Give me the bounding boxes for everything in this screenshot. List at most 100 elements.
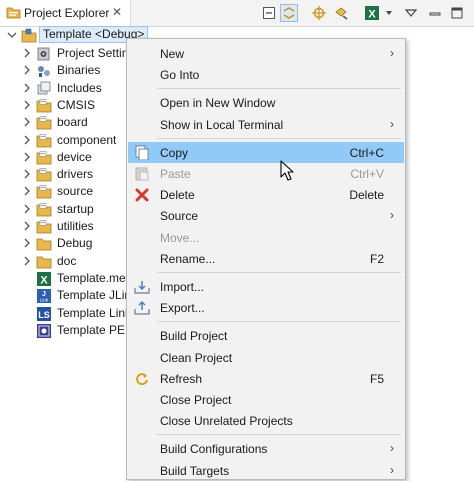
tree-item[interactable]: device bbox=[0, 149, 126, 166]
expand-chevron-icon[interactable] bbox=[22, 83, 32, 93]
expand-chevron-icon[interactable] bbox=[22, 169, 32, 179]
menu-item-build-project[interactable]: Build Project bbox=[128, 325, 404, 346]
tree-item[interactable]: Template PE D bbox=[0, 322, 126, 339]
menu-item-export[interactable]: Export... bbox=[128, 297, 404, 318]
delete-icon bbox=[135, 188, 149, 202]
tree-item-label: doc bbox=[57, 253, 77, 268]
menu-item-label: Source bbox=[160, 209, 199, 224]
menu-item-close-unrelated-projects[interactable]: Close Unrelated Projects bbox=[128, 410, 404, 431]
close-icon[interactable]: ✕ bbox=[112, 5, 122, 19]
expand-chevron-icon[interactable] bbox=[22, 135, 32, 145]
menu-item-go-into[interactable]: Go Into bbox=[128, 64, 404, 85]
tree-item[interactable]: Project Settings bbox=[0, 45, 126, 62]
tab-title: Project Explorer bbox=[24, 6, 110, 20]
tree-item[interactable]: Includes bbox=[0, 80, 126, 97]
expand-chevron-icon[interactable] bbox=[22, 204, 32, 214]
menu-item-refresh[interactable]: Refresh F5 bbox=[128, 368, 404, 389]
tree-item[interactable]: startup bbox=[0, 201, 126, 218]
tree-item[interactable]: Debug bbox=[0, 235, 126, 252]
menu-item-close-project[interactable]: Close Project bbox=[128, 389, 404, 410]
view-menu-icon[interactable] bbox=[402, 4, 420, 22]
menu-item-move: Move... bbox=[128, 227, 404, 248]
tree-item[interactable]: LS Template Link bbox=[0, 305, 126, 322]
expand-chevron-icon[interactable] bbox=[22, 186, 32, 196]
expand-chevron-icon[interactable] bbox=[22, 238, 32, 248]
tree-item-label: Project Settings bbox=[57, 46, 126, 60]
focus-icon[interactable] bbox=[310, 4, 328, 22]
settings-icon bbox=[37, 47, 50, 61]
tree-item-label: Template Link bbox=[57, 305, 126, 320]
tree-item-label: Binaries bbox=[57, 63, 101, 78]
tree-item[interactable]: J Link Template JLin bbox=[0, 287, 126, 304]
sync-icon[interactable] bbox=[332, 4, 350, 22]
tree-item[interactable]: drivers bbox=[0, 166, 126, 183]
expand-chevron-icon[interactable] bbox=[22, 65, 32, 75]
tree-item-label: utilities bbox=[57, 219, 94, 233]
import-icon bbox=[134, 281, 150, 294]
xl-icon[interactable]: X bbox=[362, 4, 382, 22]
minimize-icon[interactable] bbox=[426, 4, 444, 22]
tree-item-label: drivers bbox=[57, 167, 94, 182]
tree-item[interactable]: doc bbox=[0, 253, 126, 270]
menu-item-label: Paste bbox=[160, 167, 191, 181]
link-with-editor-icon[interactable] bbox=[280, 4, 298, 22]
expand-chevron-icon[interactable] bbox=[22, 100, 32, 110]
source-folder-icon bbox=[36, 99, 52, 113]
menu-item-copy[interactable]: Copy Ctrl+C bbox=[128, 141, 404, 163]
tree-item[interactable]: CMSIS bbox=[0, 97, 126, 114]
tree-item[interactable]: board bbox=[0, 114, 126, 131]
menu-item-shortcut: F5 bbox=[369, 371, 384, 386]
menu-item-label: Go Into bbox=[160, 68, 200, 83]
expand-chevron-icon[interactable] bbox=[22, 48, 32, 58]
svg-text:X: X bbox=[40, 274, 48, 286]
tree-item-label: CMSIS bbox=[57, 97, 96, 112]
menu-item-clean-project[interactable]: Clean Project bbox=[128, 347, 404, 368]
menu-separator bbox=[157, 137, 401, 139]
project-explorer-tab[interactable]: Project Explorer ✕ bbox=[0, 0, 131, 26]
collapse-chevron-icon[interactable] bbox=[7, 30, 17, 40]
tree-item[interactable]: Binaries bbox=[0, 62, 126, 79]
menu-item-paste: Paste Ctrl+V bbox=[128, 163, 404, 184]
menu-item-source[interactable]: Source › bbox=[128, 205, 404, 226]
expand-chevron-icon[interactable] bbox=[22, 256, 32, 266]
tree-item-label: board bbox=[57, 115, 88, 130]
view-tab-bar: Project Explorer ✕ X bbox=[0, 0, 474, 27]
expand-chevron-icon[interactable] bbox=[22, 152, 32, 162]
tree-item-label: Includes bbox=[57, 80, 102, 95]
expand-chevron-icon[interactable] bbox=[22, 221, 32, 231]
tree-item[interactable]: utilities bbox=[0, 218, 126, 235]
svg-text:X: X bbox=[368, 9, 376, 21]
xl-dropdown-chevron-icon[interactable] bbox=[384, 4, 394, 22]
menu-separator bbox=[157, 434, 401, 436]
tree-item[interactable]: component bbox=[0, 132, 126, 149]
menu-item-label: Close Project bbox=[160, 393, 232, 407]
collapse-all-icon[interactable] bbox=[260, 4, 278, 22]
expand-chevron-icon[interactable] bbox=[22, 117, 32, 127]
source-folder-icon bbox=[36, 220, 52, 234]
menu-item-show-in-local-terminal[interactable]: Show in Local Terminal › bbox=[128, 114, 404, 135]
menu-item-delete[interactable]: Delete Delete bbox=[128, 184, 404, 205]
tree-item-label: device bbox=[57, 149, 92, 164]
maximize-icon[interactable] bbox=[448, 4, 466, 22]
source-folder-icon bbox=[36, 202, 52, 217]
tree-item-label: component bbox=[57, 132, 117, 147]
menu-item-label: Export... bbox=[160, 301, 205, 316]
source-folder-icon bbox=[36, 168, 52, 182]
submenu-arrow-icon: › bbox=[390, 208, 394, 223]
menu-item-label: Clean Project bbox=[160, 350, 233, 365]
menu-separator bbox=[157, 321, 401, 323]
refresh-icon bbox=[136, 372, 148, 385]
menu-separator bbox=[157, 88, 401, 90]
jlink-launch-icon: JLink bbox=[37, 289, 51, 304]
menu-item-import[interactable]: Import... bbox=[128, 276, 404, 297]
menu-item-build-configurations[interactable]: Build Configurations › bbox=[128, 438, 404, 459]
menu-item-rename[interactable]: Rename... F2 bbox=[128, 248, 404, 269]
menu-item-new[interactable]: New › bbox=[128, 43, 404, 64]
source-folder-icon bbox=[36, 185, 52, 199]
menu-item-open-in-new-window[interactable]: Open in New Window bbox=[128, 92, 404, 113]
tree-item[interactable]: X Template.mex bbox=[0, 270, 126, 287]
tree-item[interactable]: source bbox=[0, 183, 126, 200]
menu-item-shortcut: F2 bbox=[369, 251, 384, 266]
svg-text:LS: LS bbox=[38, 310, 50, 320]
menu-item-build-targets[interactable]: Build Targets › bbox=[128, 460, 404, 481]
